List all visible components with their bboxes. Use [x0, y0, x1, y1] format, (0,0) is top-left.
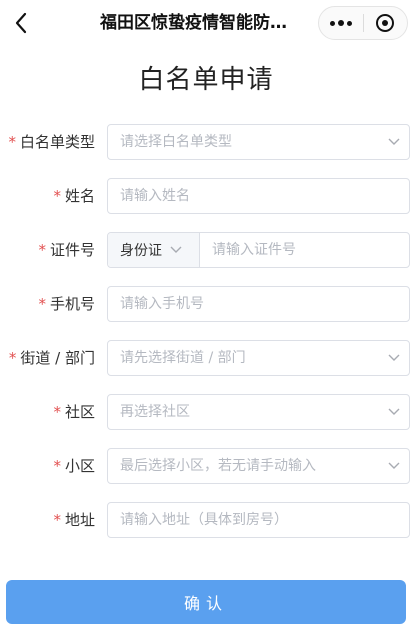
street-department-input[interactable] — [108, 341, 379, 375]
street-department-select[interactable] — [107, 340, 410, 376]
chevron-down-icon — [379, 341, 409, 375]
field-label: 手机号 — [49, 295, 95, 313]
navigation-bar: 福田区惊蛰疫情智能防… — [0, 0, 412, 46]
id-number-field: 身份证 — [107, 232, 410, 268]
field-label: 小区 — [64, 457, 95, 475]
form-row-id-number: * 证件号 身份证 — [0, 232, 412, 268]
whitelist-application-page: 福田区惊蛰疫情智能防… 白名单申请 *白名单类型 *姓名 — [0, 0, 412, 630]
target-circle-icon — [376, 14, 395, 32]
name-input[interactable] — [108, 179, 409, 213]
address-input[interactable] — [108, 503, 409, 537]
required-mark: * — [38, 295, 46, 313]
chevron-down-icon — [379, 125, 409, 159]
form-row-address: * 地址 — [0, 502, 412, 538]
community-select[interactable] — [107, 394, 410, 430]
whitelist-type-input[interactable] — [108, 125, 379, 159]
field-label: 白名单类型 — [19, 133, 95, 151]
form-row-whitelist-type: * 白名单类型 — [0, 124, 412, 160]
required-mark: * — [53, 187, 61, 205]
required-mark: * — [8, 349, 17, 367]
phone-input[interactable] — [108, 287, 409, 321]
required-mark: * — [53, 457, 61, 475]
estate-input[interactable] — [108, 449, 379, 483]
form-row-phone: * 手机号 — [0, 286, 412, 322]
page-title: 白名单申请 — [138, 65, 274, 95]
address-field[interactable] — [107, 502, 410, 538]
more-dots-icon — [329, 20, 352, 26]
phone-label: * 手机号 — [0, 286, 95, 322]
nav-title: 福田区惊蛰疫情智能防… — [100, 13, 287, 33]
whitelist-type-select[interactable] — [107, 124, 410, 160]
address-label: * 地址 — [0, 502, 95, 538]
id-number-input[interactable] — [200, 233, 409, 267]
more-button[interactable] — [319, 7, 363, 39]
form-row-community: * 社区 — [0, 394, 412, 430]
community-label: * 社区 — [0, 394, 95, 430]
chevron-down-icon — [379, 449, 409, 483]
estate-label: * 小区 — [0, 448, 95, 484]
required-mark: * — [8, 133, 16, 151]
required-mark: * — [53, 511, 61, 529]
name-label: * 姓名 — [0, 178, 95, 214]
form-row-name: * 姓名 — [0, 178, 412, 214]
whitelist-type-label: * 白名单类型 — [0, 124, 95, 160]
field-label: 社区 — [64, 403, 95, 421]
name-field[interactable] — [107, 178, 410, 214]
estate-select[interactable] — [107, 448, 410, 484]
field-label: 证件号 — [49, 241, 95, 259]
required-mark: * — [53, 403, 61, 421]
mini-program-capsule — [318, 6, 408, 40]
chevron-down-icon — [379, 395, 409, 429]
chevron-down-icon — [170, 246, 182, 253]
form-row-street-department: * 街道 / 部门 — [0, 340, 412, 376]
close-button[interactable] — [363, 7, 407, 39]
street-department-label: * 街道 / 部门 — [0, 340, 95, 376]
field-label: 街道 / 部门 — [20, 349, 95, 367]
id-number-label: * 证件号 — [0, 232, 95, 268]
id-type-select[interactable]: 身份证 — [108, 233, 200, 267]
required-mark: * — [38, 241, 46, 259]
form-row-estate: * 小区 — [0, 448, 412, 484]
phone-field[interactable] — [107, 286, 410, 322]
id-type-value: 身份证 — [120, 243, 162, 259]
confirm-button[interactable]: 确认 — [6, 580, 406, 624]
field-label: 地址 — [64, 511, 95, 529]
chevron-left-icon — [15, 12, 27, 34]
field-label: 姓名 — [64, 187, 95, 205]
back-button[interactable] — [6, 6, 36, 40]
community-input[interactable] — [108, 395, 379, 429]
